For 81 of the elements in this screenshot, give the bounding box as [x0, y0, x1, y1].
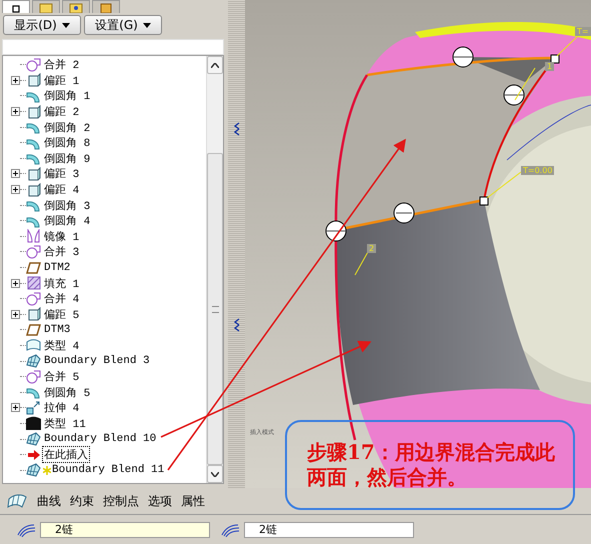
- tree-item[interactable]: 偏距 3: [43, 166, 80, 182]
- dashboard-tab[interactable]: 曲线: [37, 492, 61, 510]
- mirror-feature-icon: [26, 229, 41, 244]
- dashboard-tab[interactable]: 选项: [148, 492, 172, 510]
- tree-item[interactable]: 填充 1: [43, 276, 80, 291]
- expand-icon[interactable]: [11, 278, 20, 288]
- tree-item[interactable]: 合并 2: [43, 57, 80, 72]
- tree-item[interactable]: 镜像 1: [43, 228, 80, 244]
- offset-feature-icon: [26, 307, 41, 322]
- tree-item[interactable]: 类型 11: [43, 416, 87, 431]
- asterisk-icon: [43, 466, 51, 475]
- dropdown-menu[interactable]: 设置(G): [84, 15, 162, 35]
- tree-item[interactable]: Boundary Blend 10: [43, 433, 158, 446]
- folder-icon: [39, 3, 53, 13]
- tree-item[interactable]: 合并 4: [43, 291, 80, 306]
- expand-icon[interactable]: [11, 185, 20, 194]
- caret-icon: [62, 22, 70, 28]
- scrollbar[interactable]: [206, 56, 223, 483]
- merge-feature-icon: [26, 244, 41, 259]
- tree-item[interactable]: 倒圆角 1: [43, 88, 92, 104]
- tree-item[interactable]: 倒圆角 2: [43, 120, 92, 135]
- blend-feature-icon: [26, 432, 41, 446]
- tree-item[interactable]: Boundary Blend 11: [51, 464, 166, 476]
- curve-chain-icon: [16, 522, 36, 536]
- tree-item[interactable]: 倒圆角 8: [43, 135, 92, 150]
- tree-item[interactable]: 偏距 1: [43, 72, 80, 88]
- expand-icon[interactable]: [11, 169, 20, 178]
- dashboard-tab[interactable]: 约束: [70, 492, 94, 510]
- tree-item[interactable]: 合并 5: [43, 369, 80, 384]
- collapse-icon: [234, 122, 240, 136]
- tree-item[interactable]: 拉伸 4: [43, 400, 80, 416]
- tree-item[interactable]: 合并 3: [43, 244, 80, 260]
- tree-item[interactable]: 倒圆角 9: [43, 150, 92, 166]
- expand-icon[interactable]: [11, 310, 20, 319]
- dashboard-tab[interactable]: 属性: [181, 492, 205, 510]
- tree-item[interactable]: 偏距 4: [43, 182, 80, 198]
- scroll-up-icon: [211, 62, 219, 68]
- fill-feature-icon: [26, 276, 41, 290]
- dashboard-tab[interactable]: 控制点: [103, 492, 139, 510]
- offset-feature-icon: [26, 73, 41, 88]
- tree-item[interactable]: 倒圆角 4: [43, 213, 92, 228]
- extrude-feature-icon: [26, 400, 41, 415]
- tree-item[interactable]: 偏距 5: [43, 306, 80, 322]
- tree-item[interactable]: 偏距 2: [43, 104, 80, 120]
- curve-chain-icon: [220, 522, 240, 536]
- merge-feature-icon: [26, 292, 41, 306]
- tree-item[interactable]: 类型 4: [43, 338, 80, 353]
- blend-feature-icon: [26, 463, 41, 478]
- boundary-blend-icon: [6, 493, 28, 509]
- dimension-label: 1: [545, 62, 554, 71]
- datum-feature-icon: [26, 260, 41, 275]
- tree-item[interactable]: 倒圆角 3: [43, 198, 92, 213]
- dimension-label: 2: [367, 244, 376, 253]
- datum-feature-icon: [26, 322, 41, 337]
- solid-feature-icon: [26, 416, 41, 430]
- expand-icon[interactable]: [11, 76, 20, 85]
- scroll-down-icon: [211, 472, 219, 476]
- merge-feature-icon: [26, 370, 41, 384]
- surface-feature-icon: [26, 338, 41, 352]
- chain-field[interactable]: 2链: [244, 522, 414, 538]
- caret-icon: [142, 22, 151, 28]
- dimension-label: T=: [575, 27, 591, 36]
- tree-item[interactable]: DTM3: [43, 324, 72, 336]
- tree-item[interactable]: Boundary Blend 3: [43, 355, 151, 368]
- annotation-text: 步骤17：用边界混合完成此两面，然后合并。: [307, 440, 556, 490]
- offset-feature-icon: [26, 104, 41, 119]
- tree-item[interactable]: DTM2: [43, 262, 72, 274]
- blend-feature-icon: [26, 354, 41, 368]
- expand-icon[interactable]: [11, 107, 20, 116]
- tree-item[interactable]: 在此插入: [43, 447, 89, 462]
- expand-icon[interactable]: [11, 403, 20, 412]
- tree-item[interactable]: 倒圆角 5: [43, 384, 92, 400]
- chain-field[interactable]: 2链: [40, 522, 210, 538]
- insert-feature-icon: [26, 448, 41, 462]
- panel-tab[interactable]: [2, 0, 30, 13]
- offset-feature-icon: [26, 166, 41, 181]
- collapse-icon: [234, 318, 240, 332]
- dropdown-menu[interactable]: 显示(D): [3, 15, 81, 35]
- merge-feature-icon: [26, 58, 41, 72]
- dimension-label: T=0.00: [521, 166, 554, 175]
- offset-feature-icon: [26, 182, 41, 197]
